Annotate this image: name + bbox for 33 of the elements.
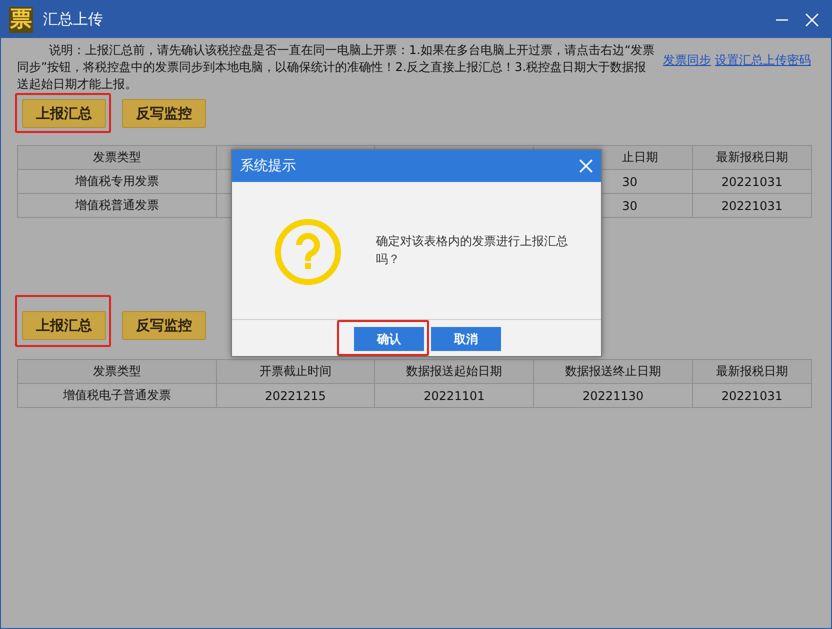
table-cell: 增值税专用发票 — [74, 174, 159, 188]
table-cell: 30 — [622, 174, 638, 188]
column-header: 最新报税日期 — [716, 150, 788, 164]
table-cell: 20221101 — [424, 388, 485, 402]
column-header: 数据报送起始日期 — [406, 364, 502, 378]
action-button[interactable]: 上报汇总 — [22, 99, 106, 128]
column-header: 数据报送终止日期 — [564, 364, 661, 378]
table-cell: 20221130 — [582, 388, 644, 402]
dialog-button[interactable]: 取消 — [431, 327, 501, 351]
table-cell: 20221031 — [721, 198, 782, 212]
table-cell: 20221031 — [721, 174, 782, 188]
table-cell: 增值税电子普通发票 — [62, 388, 171, 402]
table-cell: 20221031 — [721, 388, 782, 402]
column-header: 开票截止时间 — [259, 364, 332, 378]
table-cell: 20221215 — [264, 388, 326, 402]
column-header: 最新报税日期 — [716, 364, 788, 378]
column-header: 发票类型 — [92, 150, 141, 164]
dialog-message: 确定对该表格内的发票进行上报汇总吗？ — [376, 233, 569, 268]
question-icon — [274, 218, 342, 286]
dialog-title: 系统提示 — [240, 157, 296, 175]
instructions-text: 说明：上报汇总前，请先确认该税控盘是否一直在同一电脑上开票：1.如果在多台电脑上开过票，请点击右边“发票同步”按钮，将税控盘中的发票同步到本地电脑，以确保统计的准确性！2.反之直接上报汇总！3.税控盘日期大于数据报送起始日期才能上报。 — [17, 42, 656, 93]
action-button[interactable]: 上报汇总 — [22, 311, 106, 340]
column-header: 止日期 — [622, 150, 658, 164]
action-button[interactable]: 反写监控 — [122, 311, 206, 340]
close-icon[interactable] — [579, 159, 593, 173]
table-cell: 30 — [622, 198, 638, 212]
action-button[interactable]: 反写监控 — [122, 99, 206, 128]
window-title: 汇总上传 — [43, 10, 103, 29]
column-header: 发票类型 — [92, 364, 141, 378]
app-logo: 票 — [9, 6, 33, 32]
table-cell: 增值税普通发票 — [74, 198, 159, 212]
dialog-button[interactable]: 确认 — [354, 327, 424, 351]
close-icon[interactable] — [805, 12, 819, 26]
